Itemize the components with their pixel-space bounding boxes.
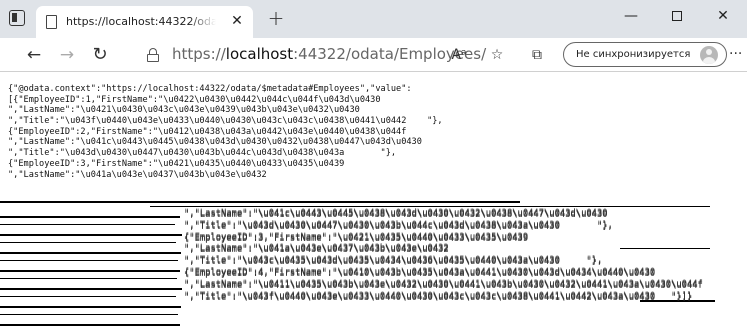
glitch-scanline <box>0 324 180 326</box>
glitch-scanline <box>0 242 176 243</box>
sync-status-label: Не синхронизируется <box>576 49 691 60</box>
json-line: [{"EmployeeID":1,"FirstName":"\u0422\u04… <box>8 94 381 105</box>
page-content: {"@odata.context":"https://localhost:443… <box>0 73 747 328</box>
glitch-scanline <box>0 216 180 218</box>
maximize-icon[interactable] <box>654 4 700 28</box>
collections-icon[interactable]: ⧉ <box>527 46 547 64</box>
close-tab-icon[interactable]: ✕ <box>228 12 246 30</box>
sync-profile-button[interactable]: Не синхронизируется <box>563 42 727 67</box>
new-tab-icon[interactable]: + <box>266 8 286 28</box>
glitch-scanline <box>0 260 178 261</box>
glitch-scanline <box>0 234 182 236</box>
active-tab[interactable]: https://localhost:44322/odata/Employees … <box>36 6 253 38</box>
json-line: ","Title":"\u043f\u0440\u043e\u0433\u044… <box>184 290 693 301</box>
navigation-bar: ← → ↻ https://localhost:44322/odata/Empl… <box>0 38 747 72</box>
back-arrow-icon[interactable]: ← <box>22 43 46 67</box>
glitch-scanline <box>0 306 181 308</box>
glitch-scanline <box>0 314 178 315</box>
more-options-icon[interactable]: ··· <box>729 45 745 63</box>
glitch-scanline <box>0 288 182 290</box>
glitch-scanline <box>0 270 180 272</box>
glitch-scanline <box>150 206 710 207</box>
json-line: ","Title":"\u043f\u0440\u043e\u0433\u044… <box>8 116 443 127</box>
avatar-icon <box>700 46 718 64</box>
lock-icon[interactable] <box>147 48 159 62</box>
json-line: ","Title":"\u043c\u0435\u043d\u0435\u043… <box>184 255 603 266</box>
json-response: {"@odata.context":"https://localhost:443… <box>8 84 443 180</box>
json-line: ","LastName":"\u041c\u0443\u0445\u0438\u… <box>8 137 422 148</box>
glitch-scanline <box>0 201 520 203</box>
json-line: {"EmployeeID":2,"FirstName":"\u0412\u043… <box>8 126 407 137</box>
json-line: ","LastName":"\u041a\u043e\u0437\u043b\u… <box>8 169 267 180</box>
window-close-icon[interactable]: ✕ <box>700 4 746 28</box>
forward-arrow-icon[interactable]: → <box>55 43 79 67</box>
json-line: ","LastName":"\u0421\u0430\u043c\u043e\u… <box>8 105 360 116</box>
read-aloud-icon[interactable]: Aᵃ <box>449 46 469 64</box>
window-menu-icon[interactable] <box>9 10 25 26</box>
address-bar[interactable]: https://localhost:44322/odata/Employees/ <box>172 45 486 63</box>
json-line: ","LastName":"\u041c\u0443\u0445\u0438\u… <box>184 208 608 218</box>
glitch-scanline <box>0 224 175 225</box>
reload-icon[interactable]: ↻ <box>88 43 112 67</box>
tab-title: https://localhost:44322/odata/Employees <box>66 15 216 28</box>
favorites-icon[interactable]: ☆ <box>487 46 507 64</box>
minimize-icon[interactable]: — <box>608 4 654 28</box>
glitch-scanline <box>0 278 177 279</box>
tab-strip: https://localhost:44322/odata/Employees … <box>0 0 747 38</box>
json-line: ","LastName":"\u0411\u0435\u043b\u043e\u… <box>184 278 703 289</box>
garbled-json-response: ","LastName":"\u041c\u0443\u0445\u0438\u… <box>184 208 703 302</box>
json-line: ","Title":"\u043d\u0430\u0447\u0430\u043… <box>184 219 613 230</box>
glitch-scanline <box>0 296 176 297</box>
json-line: ","LastName":"\u041a\u043e\u0437\u043b\u… <box>184 243 449 254</box>
glitch-scanline <box>0 252 181 254</box>
page-icon <box>46 15 57 29</box>
json-line: {"EmployeeID":4,"FirstName":"\u0410\u043… <box>184 266 656 277</box>
json-line: {"EmployeeID":3,"FirstName":"\u0421\u043… <box>184 231 529 242</box>
json-line: {"@odata.context":"https://localhost:443… <box>8 84 412 94</box>
json-line: ","Title":"\u043d\u0430\u0447\u0430\u043… <box>8 148 397 159</box>
json-line: {"EmployeeID":3,"FirstName":"\u0421\u043… <box>8 158 345 169</box>
